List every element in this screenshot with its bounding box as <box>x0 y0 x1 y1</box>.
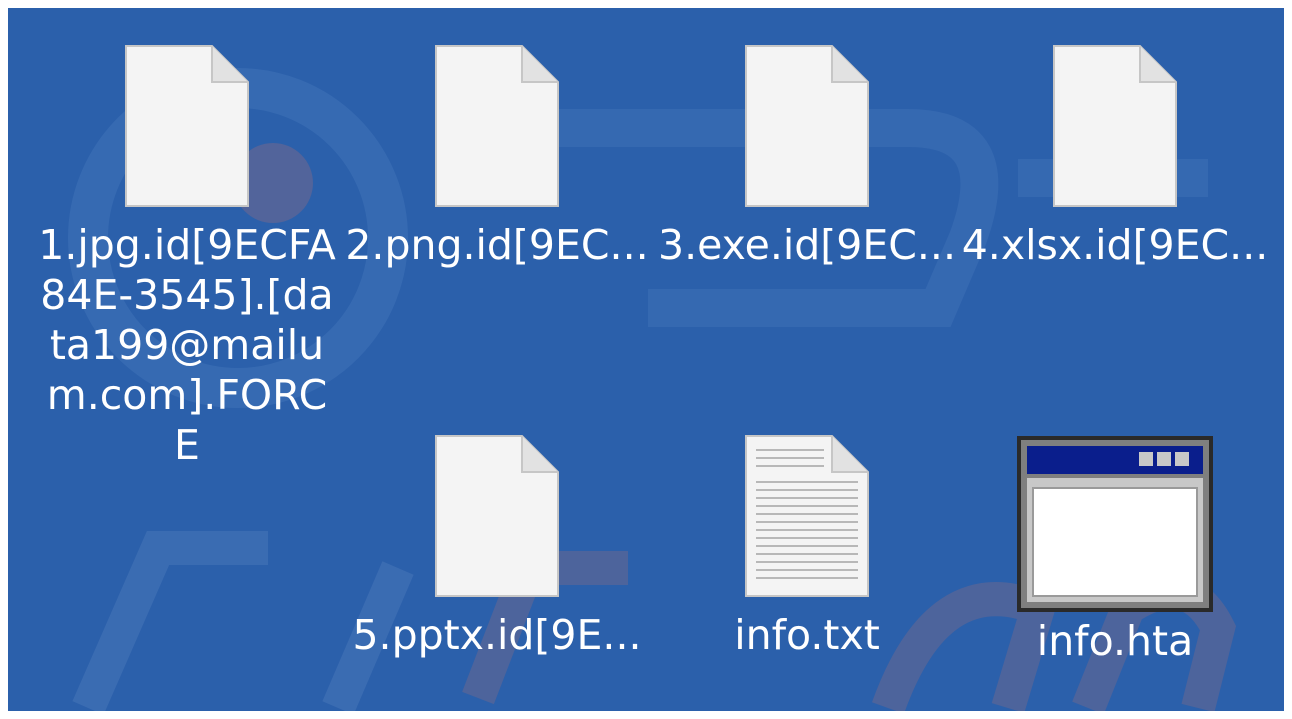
file-name-line: 84E-3545].[da <box>40 271 334 319</box>
file-item[interactable]: 5.pptx.id[9E... <box>338 434 656 660</box>
file-name-label: 5.pptx.id[9E... <box>352 611 642 659</box>
desktop: 1.jpg.id[9ECFA 84E-3545].[da ta199@mailu… <box>8 8 1284 711</box>
file-name-line: 1.jpg.id[9ECFA <box>38 221 336 269</box>
blank-document-icon <box>435 435 559 597</box>
blank-document-icon <box>125 45 249 207</box>
text-document-icon <box>745 435 869 597</box>
file-item[interactable]: 2.png.id[9EC... <box>338 44 656 270</box>
file-name-label: 4.xlsx.id[9EC... <box>961 221 1269 269</box>
file-name-line: m.com].FORC <box>46 371 328 419</box>
blank-document-icon <box>1053 45 1177 207</box>
file-name-label: 3.exe.id[9EC... <box>657 221 956 269</box>
file-name-line: E <box>174 421 200 469</box>
file-name-label: 1.jpg.id[9ECFA 84E-3545].[da ta199@mailu… <box>31 220 343 470</box>
file-name-line: ta199@mailu <box>49 321 325 369</box>
file-item[interactable]: info.txt <box>648 434 966 660</box>
hta-application-icon <box>1017 436 1213 612</box>
file-item[interactable]: 1.jpg.id[9ECFA 84E-3545].[da ta199@mailu… <box>28 44 346 470</box>
file-name-label: info.hta <box>1036 617 1194 665</box>
file-item[interactable]: 4.xlsx.id[9EC... <box>956 44 1274 270</box>
file-item[interactable]: info.hta <box>956 434 1274 666</box>
file-name-label: 2.png.id[9EC... <box>345 221 649 269</box>
file-name-label: info.txt <box>734 611 880 659</box>
file-item[interactable]: 3.exe.id[9EC... <box>648 44 966 270</box>
blank-document-icon <box>745 45 869 207</box>
blank-document-icon <box>435 45 559 207</box>
